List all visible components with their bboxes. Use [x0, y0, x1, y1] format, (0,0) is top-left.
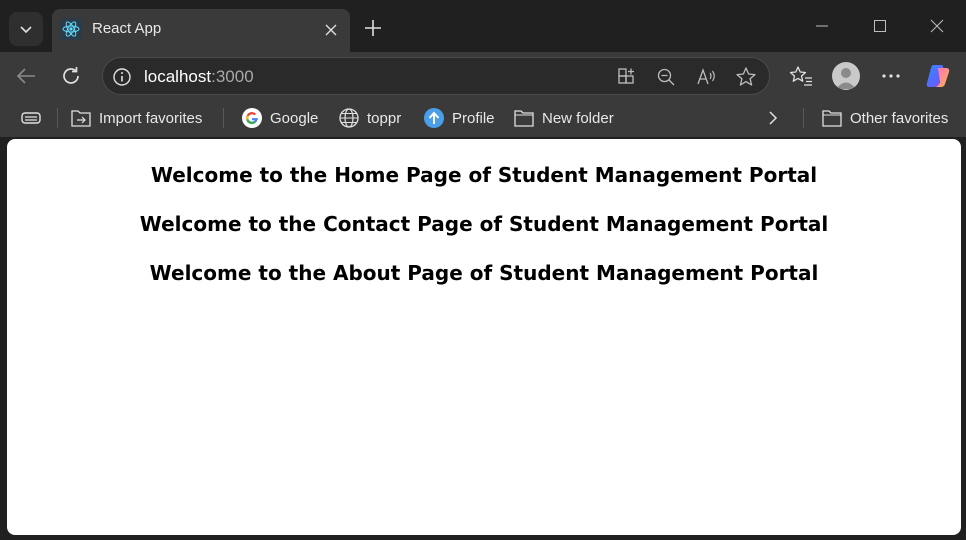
favorite-label: Import favorites — [99, 109, 203, 127]
favorites-divider — [803, 108, 804, 128]
favorites-divider — [223, 108, 224, 128]
close-window-button[interactable] — [923, 12, 951, 40]
new-tab-button[interactable] — [360, 15, 386, 41]
favorites-bar: Import favorites Google toppr Profile Ne… — [0, 99, 966, 137]
refresh-icon — [63, 67, 79, 84]
favorite-new-folder[interactable]: New folder — [513, 107, 614, 129]
url-host: localhost — [144, 67, 212, 86]
favorites-button[interactable] — [786, 61, 816, 91]
star-icon — [736, 67, 756, 86]
zoom-button[interactable] — [655, 66, 677, 88]
url-text[interactable]: localhost:3000 — [144, 67, 254, 87]
favorite-label: Google — [270, 109, 319, 127]
tab-title: React App — [92, 20, 162, 37]
upload-arrow-icon — [424, 108, 444, 128]
collections-button[interactable] — [20, 107, 42, 129]
tab-actions-menu-button[interactable] — [9, 12, 43, 46]
favorite-import-favorites[interactable]: Import favorites — [70, 107, 202, 129]
site-info-button[interactable] — [111, 66, 133, 88]
back-button[interactable] — [11, 61, 41, 91]
more-favorites-button[interactable] — [765, 107, 781, 129]
maximize-icon — [874, 20, 886, 32]
folder-icon — [822, 110, 842, 127]
chevron-down-icon — [20, 26, 32, 34]
globe-icon — [339, 108, 359, 128]
react-logo-icon — [60, 18, 82, 40]
favorite-profile[interactable]: Profile — [423, 107, 495, 129]
address-bar[interactable]: localhost:3000 — [102, 57, 770, 95]
close-icon — [930, 19, 944, 33]
more-dots-icon — [882, 74, 900, 78]
page-viewport: Welcome to the Home Page of Student Mana… — [7, 139, 961, 535]
settings-more-button[interactable] — [876, 61, 906, 91]
minimize-button[interactable] — [808, 12, 836, 40]
person-icon — [836, 68, 856, 89]
url-port: :3000 — [211, 67, 254, 86]
tab-react-app[interactable]: React App — [52, 9, 350, 52]
favorite-label: Profile — [452, 109, 495, 127]
zoom-out-icon — [657, 68, 675, 86]
read-aloud-button[interactable] — [696, 66, 718, 88]
tab-strip: React App — [0, 0, 966, 52]
refresh-button[interactable] — [56, 61, 86, 91]
about-heading: Welcome to the About Page of Student Man… — [149, 261, 819, 285]
read-aloud-icon — [697, 68, 715, 85]
close-icon — [325, 24, 337, 36]
back-arrow-icon — [16, 68, 35, 84]
copilot-button[interactable] — [923, 61, 953, 91]
browser-toolbar: localhost:3000 — [0, 52, 966, 99]
close-tab-button[interactable] — [320, 19, 342, 41]
app-available-button[interactable] — [616, 66, 638, 88]
add-favorite-button[interactable] — [735, 66, 757, 88]
minimize-icon — [816, 25, 828, 27]
favorite-toppr[interactable]: toppr — [338, 107, 401, 129]
home-heading: Welcome to the Home Page of Student Mana… — [150, 163, 818, 187]
info-icon — [113, 68, 131, 86]
other-favorites-folder[interactable]: Other favorites — [821, 107, 948, 129]
favorite-label: toppr — [367, 109, 402, 127]
import-favorites-icon — [71, 110, 91, 127]
favorite-google[interactable]: Google — [241, 107, 318, 129]
google-icon — [242, 108, 262, 128]
collections-icon — [21, 112, 41, 124]
copilot-icon — [926, 65, 950, 87]
folder-icon — [514, 110, 534, 127]
favorite-label: New folder — [542, 109, 614, 127]
plus-icon — [365, 20, 381, 36]
contact-heading: Welcome to the Contact Page of Student M… — [139, 212, 829, 236]
maximize-button[interactable] — [866, 12, 894, 40]
profile-avatar[interactable] — [832, 62, 860, 90]
favorites-divider — [57, 108, 58, 128]
apps-add-icon — [618, 68, 634, 84]
chevron-right-icon — [769, 111, 778, 125]
other-favorites-label: Other favorites — [850, 109, 949, 127]
favorites-star-list-icon — [789, 66, 812, 86]
